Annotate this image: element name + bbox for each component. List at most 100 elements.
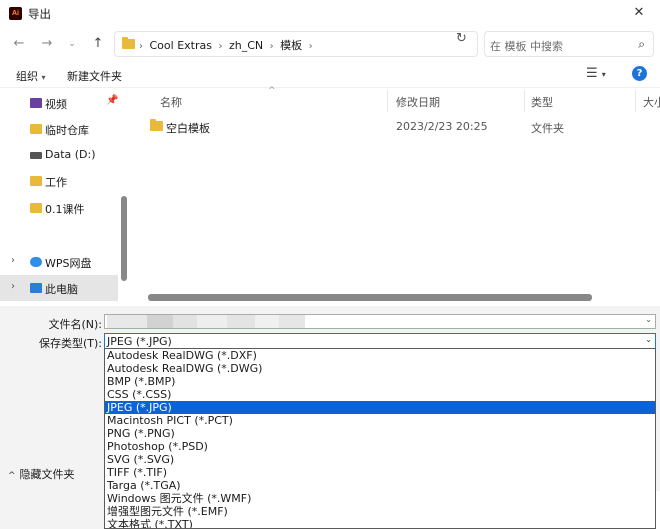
folder-icon [30,124,42,134]
breadcrumb-item[interactable]: zh_CN [229,39,263,52]
folder-icon [150,119,163,131]
dropdown-option[interactable]: TIFF (*.TIF) [105,466,655,479]
search-icon: ⌕ [638,37,645,51]
dropdown-option[interactable]: BMP (*.BMP) [105,375,655,388]
column-header-name[interactable]: 名称 [160,94,182,110]
organize-button[interactable]: 组织 ▾ [16,68,46,84]
nav-item-this-pc[interactable]: › 此电脑 [0,275,118,301]
chevron-down-icon: ▾ [41,73,46,82]
table-row[interactable]: 空白模板 2023/2/23 20:25 文件夹 [144,117,644,137]
chevron-down-icon[interactable]: ⌄ [645,315,652,324]
horizontal-scrollbar-thumb[interactable] [148,294,592,301]
chevron-right-icon[interactable]: › [218,41,222,52]
redacted-text [197,315,227,328]
chevron-right-icon[interactable]: › [270,41,274,52]
back-arrow-icon[interactable]: ← [10,35,28,53]
window-title: 导出 [28,7,51,21]
chevron-up-icon: ^ [8,471,16,481]
help-icon[interactable]: ? [632,66,647,81]
address-box[interactable]: › Cool Extras › zh_CN › 模板 › ⌄ [114,31,549,57]
nav-item-label: 工作 [45,176,67,189]
redacted-text [255,315,279,328]
column-header-date[interactable]: 修改日期 [396,94,440,110]
hide-folders-button[interactable]: ^ 隐藏文件夹 [8,466,75,482]
dropdown-option[interactable]: Autodesk RealDWG (*.DXF) [105,349,655,362]
chevron-right-icon[interactable]: › [139,41,143,52]
dropdown-option[interactable]: Macintosh PICT (*.PCT) [105,414,655,427]
drive-icon [30,152,42,159]
column-divider[interactable] [635,90,636,112]
recent-locations-chevron-icon[interactable]: ⌄ [63,35,81,53]
dropdown-option[interactable]: SVG (*.SVG) [105,453,655,466]
folder-icon [122,37,135,49]
breadcrumb-item[interactable]: 模板 [280,39,302,52]
new-folder-button[interactable]: 新建文件夹 [67,68,122,84]
redacted-text [227,315,255,328]
nav-item-videos[interactable]: 视频 📌 [0,90,118,116]
chevron-right-icon[interactable]: › [11,255,15,266]
breadcrumb-item[interactable]: Cool Extras [150,39,212,52]
column-divider[interactable] [387,90,388,112]
sort-ascending-icon: ^ [268,86,276,96]
up-arrow-icon[interactable]: ↑ [89,35,107,53]
organize-label: 组织 [16,70,38,83]
search-input[interactable]: 在 模板 中搜索 ⌕ [484,31,654,57]
file-type: 文件夹 [531,122,564,135]
navigation-pane: 视频 📌 临时仓库 Data (D:) 工作 0.1课件 › WPS网盘 › 此… [0,88,130,306]
address-bar: ← → ⌄ ↑ › Cool Extras › zh_CN › 模板 › ⌄ ↻… [0,28,660,62]
column-divider[interactable] [524,90,525,112]
filetype-select[interactable]: JPEG (*.JPG) ⌄ [104,333,656,349]
dropdown-option[interactable]: PNG (*.PNG) [105,427,655,440]
chevron-right-icon[interactable]: › [309,41,313,52]
illustrator-app-icon: Ai [9,7,22,20]
computer-icon [30,283,42,293]
nav-scrollbar-thumb[interactable] [121,196,127,281]
title-bar: Ai 导出 ✕ [0,0,660,28]
filetype-dropdown-list: Autodesk RealDWG (*.DXF) Autodesk RealDW… [104,348,656,529]
filename-label: 文件名(N): [48,318,102,331]
nav-item-label: 视频 [45,98,67,111]
dropdown-option[interactable]: Windows 图元文件 (*.WMF) [105,492,655,505]
column-header-type[interactable]: 类型 [531,94,553,110]
cloud-icon [30,257,42,267]
dropdown-option[interactable]: 文本格式 (*.TXT) [105,518,655,528]
close-icon[interactable]: ✕ [628,3,650,23]
file-name: 空白模板 [166,122,210,135]
redacted-text [279,315,305,328]
nav-item-label: WPS网盘 [45,257,92,270]
nav-item-work[interactable]: 工作 [0,168,118,194]
file-list: ^ 名称 修改日期 类型 大小 空白模板 2023/2/23 20:25 文件夹 [130,86,660,306]
video-icon [30,98,42,108]
nav-item-temp-repo[interactable]: 临时仓库 [0,116,118,142]
nav-item-label: 此电脑 [45,283,78,296]
folder-icon [30,176,42,186]
redacted-text [173,315,197,328]
nav-item-wps-cloud[interactable]: › WPS网盘 [0,249,118,275]
pin-icon: 📌 [106,95,119,106]
folder-icon [30,203,42,213]
chevron-right-icon[interactable]: › [11,281,15,292]
dropdown-option[interactable]: Targa (*.TGA) [105,479,655,492]
breadcrumb: › Cool Extras › zh_CN › 模板 › [139,37,316,53]
filetype-selected-value: JPEG (*.JPG) [107,335,172,348]
view-options-icon[interactable]: ☰ ▾ [586,66,606,81]
dropdown-option[interactable]: 增强型图元文件 (*.EMF) [105,505,655,518]
nav-item-data-drive[interactable]: Data (D:) [0,142,118,168]
redacted-text [147,315,173,328]
dropdown-option-selected[interactable]: JPEG (*.JPG) [105,401,655,414]
filetype-label: 保存类型(T): [38,337,102,350]
dropdown-option[interactable]: Autodesk RealDWG (*.DWG) [105,362,655,375]
bottom-strip [0,491,104,529]
nav-item-courseware[interactable]: 0.1课件 [0,195,118,221]
redacted-text [107,315,147,328]
nav-item-label: 0.1课件 [45,203,85,216]
filename-field[interactable]: ⌄ [104,314,656,329]
chevron-down-icon[interactable]: ⌄ [645,335,652,344]
refresh-icon[interactable]: ↻ [456,31,467,46]
nav-item-label: Data (D:) [45,148,96,161]
column-header-size[interactable]: 大小 [643,94,660,110]
dropdown-option[interactable]: CSS (*.CSS) [105,388,655,401]
forward-arrow-icon[interactable]: → [38,35,56,53]
dropdown-option[interactable]: Photoshop (*.PSD) [105,440,655,453]
hide-folders-label: 隐藏文件夹 [19,468,75,481]
